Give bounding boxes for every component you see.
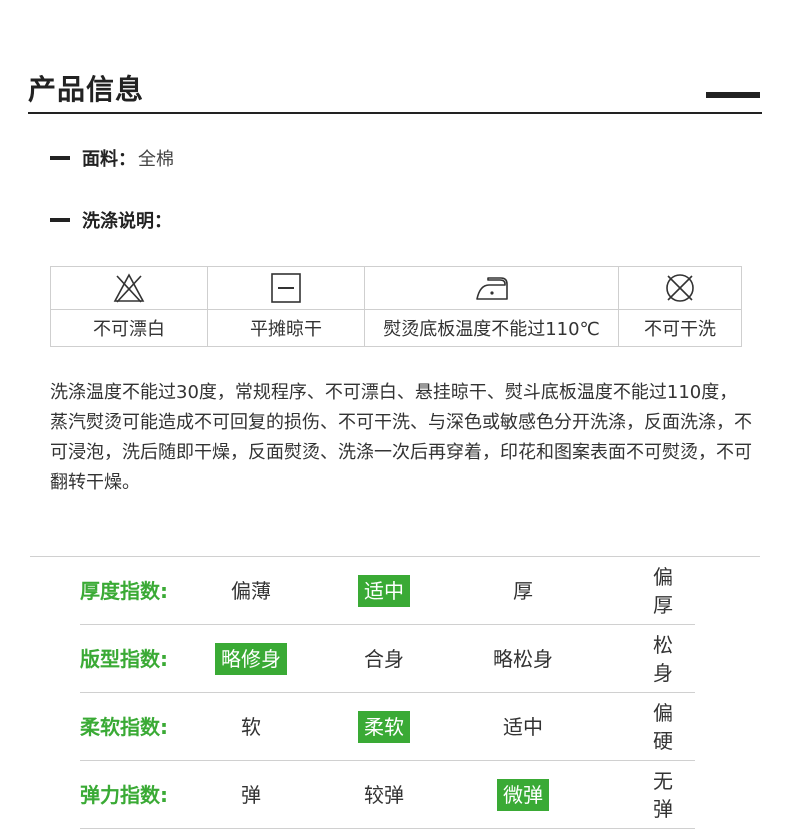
care-label: 平摊晾干 [250,319,322,340]
index-option-selected: 略修身 [215,625,287,693]
bullet-dash [50,156,70,160]
index-option: 软 [241,715,261,739]
index-option: 偏薄 [231,579,271,603]
index-row-elasticity: 弹力指数: 弹 较弹 微弹 无弹 [80,761,695,829]
care-cell-no-dry-clean: 不可干洗 [619,267,741,346]
index-label: 弹力指数: [80,783,168,807]
fabric-label: 面料： [82,149,136,170]
dry-flat-icon [208,267,364,310]
index-option: 偏硬 [653,701,673,753]
care-label: 熨烫底板温度不能过110℃ [383,319,600,340]
fabric-row: 面料： 全棉 [50,145,174,171]
header-accent-bar [706,92,760,98]
index-label: 厚度指数: [80,579,168,603]
index-row-fit: 版型指数: 略修身 合身 略松身 松身 [80,625,695,693]
index-option-selected: 适中 [358,557,410,625]
care-description: 洗涤温度不能过30度，常规程序、不可漂白、悬挂晾干、熨斗底板温度不能过110度，… [50,382,752,493]
bullet-dash [50,218,70,222]
care-cell-dry-flat: 平摊晾干 [208,267,365,346]
no-bleach-icon [51,267,207,310]
section-header: 产品信息 [28,64,762,116]
index-option: 适中 [503,715,543,739]
index-option: 松身 [653,633,673,685]
care-cell-iron: 熨烫底板温度不能过110℃ [365,267,619,346]
washing-label: 洗涤说明： [82,211,172,232]
index-option: 较弹 [364,783,404,807]
index-option: 合身 [364,647,404,671]
no-dry-clean-icon [619,267,741,310]
washing-row: 洗涤说明： [50,207,172,233]
index-option-selected: 微弹 [497,761,549,829]
index-option: 厚 [513,579,533,603]
index-option: 弹 [241,783,261,807]
page-title: 产品信息 [28,73,145,106]
index-option-selected: 柔软 [358,693,410,761]
index-option: 略松身 [493,647,553,671]
care-label: 不可漂白 [93,319,165,340]
iron-low-icon [365,267,618,310]
care-label: 不可干洗 [644,319,716,340]
care-cell-no-bleach: 不可漂白 [51,267,208,346]
care-symbols-table: 不可漂白 平摊晾干 熨烫底板温度不能过110℃ 不可干洗 [50,266,742,347]
index-row-softness: 柔软指数: 软 柔软 适中 偏硬 [80,693,695,761]
index-label: 版型指数: [80,647,168,671]
index-option: 无弹 [653,769,673,821]
index-row-thickness: 厚度指数: 偏薄 适中 厚 偏厚 [80,557,695,625]
header-divider [28,112,762,114]
index-label: 柔软指数: [80,715,168,739]
index-option: 偏厚 [653,565,673,617]
fabric-value: 全棉 [138,149,174,170]
